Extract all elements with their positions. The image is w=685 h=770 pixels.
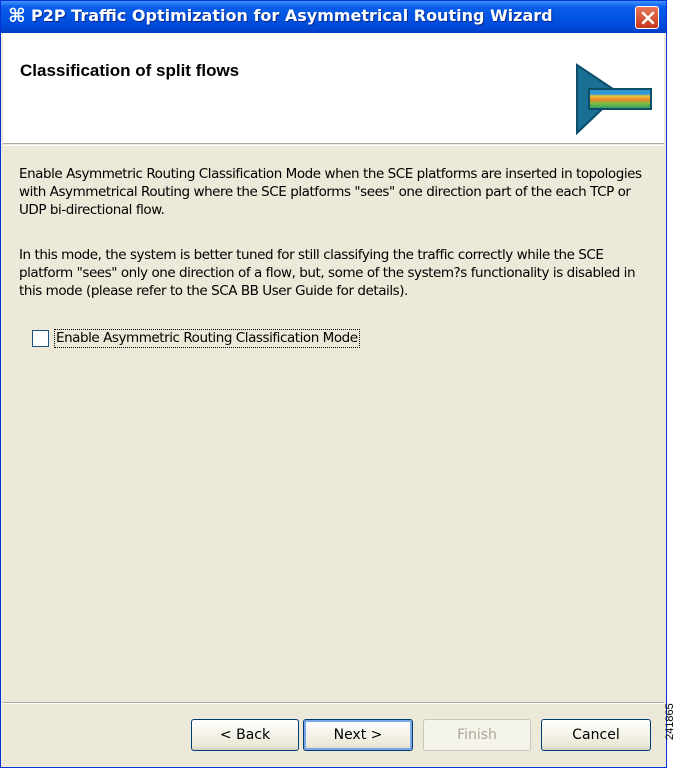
title-bar[interactable]: ⌘ P2P Traffic Optimization for Asymmetri… xyxy=(1,1,666,33)
next-button-label: Next > xyxy=(333,727,383,743)
wizard-window: ⌘ P2P Traffic Optimization for Asymmetri… xyxy=(0,0,667,768)
button-bar-separator-highlight xyxy=(3,703,664,704)
description-paragraph: Enable Asymmetric Routing Classification… xyxy=(19,166,642,218)
banner-separator xyxy=(3,145,664,146)
page-title: Classification of split flows xyxy=(20,61,240,80)
cisco-command-icon: ⌘ xyxy=(8,5,26,27)
cancel-button-label: Cancel xyxy=(572,727,620,743)
wizard-arrow-icon xyxy=(576,63,652,135)
next-button[interactable]: Next > xyxy=(303,719,413,751)
asymmetric-routing-checkbox[interactable] xyxy=(32,330,49,347)
description-paragraph: In this mode, the system is better tuned… xyxy=(19,247,636,299)
figure-number: 241865 xyxy=(664,703,676,740)
finish-button[interactable]: Finish xyxy=(423,719,531,751)
close-icon xyxy=(641,11,655,25)
finish-button-label: Finish xyxy=(457,727,497,743)
window-title: P2P Traffic Optimization for Asymmetrica… xyxy=(31,6,553,25)
back-button[interactable]: < Back xyxy=(191,719,299,751)
asymmetric-routing-checkbox-label[interactable]: Enable Asymmetric Routing Classification… xyxy=(54,329,360,348)
close-button[interactable] xyxy=(635,6,659,29)
cancel-button[interactable]: Cancel xyxy=(541,719,651,751)
back-button-label: < Back xyxy=(219,727,271,743)
wizard-banner: Classification of split flows xyxy=(3,33,664,144)
